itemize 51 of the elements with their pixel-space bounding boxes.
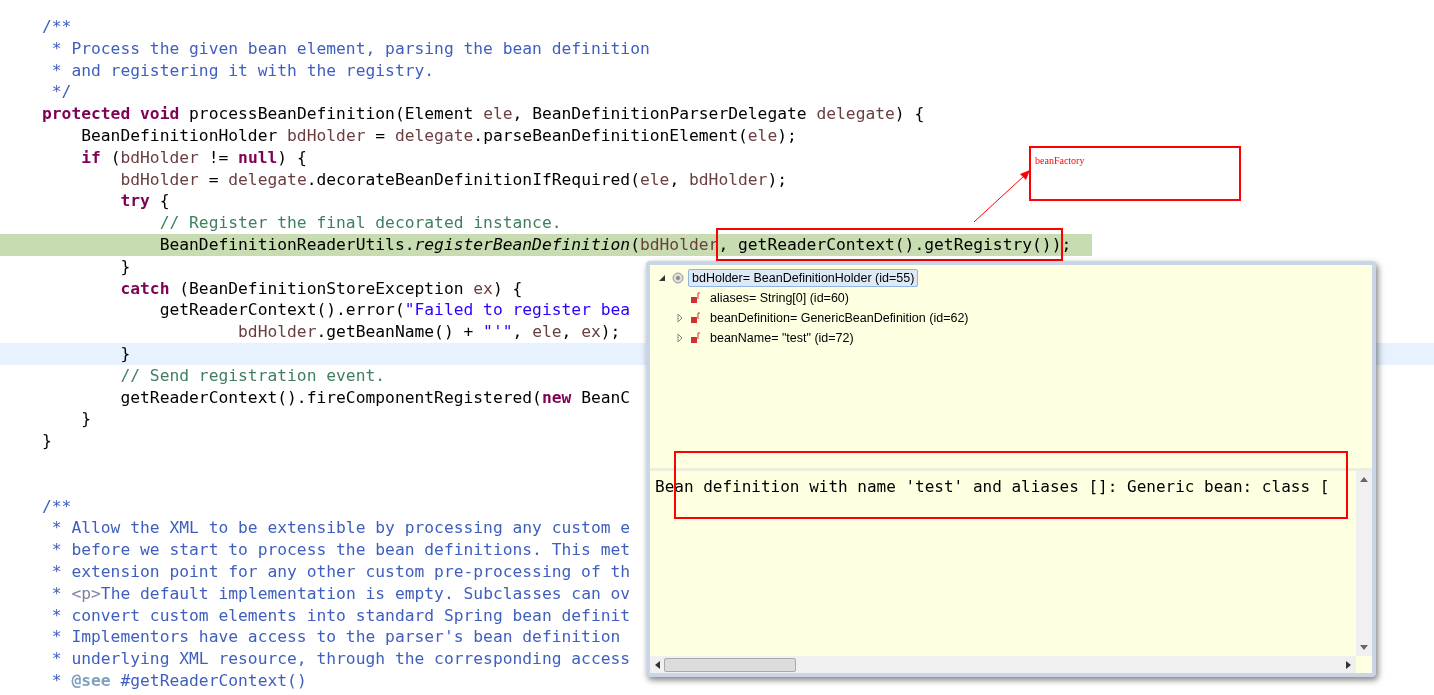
annotation-note: beanFactory	[1029, 146, 1241, 201]
right-arrow-icon[interactable]	[1346, 660, 1352, 669]
code-line: }	[80, 409, 91, 429]
code-line: * @see #getReaderContext()	[50, 670, 307, 690]
code-line: bdHolder = delegate.decorateBeanDefinitionIfRequired(ele, bdHolder);	[119, 169, 788, 189]
tree-item[interactable]: aliases= String[0] (id=60)	[706, 289, 853, 307]
code-line: ;	[1061, 234, 1072, 254]
code-line: }	[119, 256, 131, 276]
field-icon	[690, 332, 702, 344]
field-icon	[690, 292, 702, 304]
code-line: bdHolder.getBeanName() + "'", ele, ex);	[237, 322, 621, 342]
annotation-arrow	[972, 168, 1032, 224]
circle-icon	[672, 272, 684, 284]
code-line: }	[119, 343, 131, 363]
expand-icon[interactable]	[676, 314, 684, 322]
scrollbar-thumb[interactable]	[664, 657, 796, 672]
code-line: * before we start to process the bean definitions. This met	[50, 540, 631, 560]
code-line: * extension point for any other custom pre-processing of th	[50, 561, 631, 581]
code-line: protected void processBeanDefinition(Element ele, BeanDefinitionParserDelegate delegate) {	[42, 104, 925, 124]
expand-icon[interactable]	[676, 334, 684, 342]
code-line: * Implementors have access to the parser's bean definition	[50, 627, 621, 647]
code-line: // Send registration event.	[119, 365, 386, 385]
code-line: * Allow the XML to be extensible by processing any custom e	[50, 518, 631, 538]
code-line: }	[42, 431, 52, 451]
field-icon	[690, 312, 702, 324]
vertical-scrollbar[interactable]	[1356, 471, 1372, 656]
code-line: BeanDefinitionReaderUtils.registerBeanDefinition(bdHolder	[158, 234, 719, 254]
code-line: if (bdHolder != null) {	[80, 147, 307, 167]
up-arrow-icon[interactable]	[1360, 476, 1368, 482]
left-arrow-icon[interactable]	[654, 660, 660, 669]
annotated-code: , getReaderContext().getRegistry())	[718, 229, 1062, 259]
code-line: getReaderContext().fireComponentRegistered(new BeanC	[119, 387, 631, 407]
tree-item[interactable]: beanName= "test" (id=72)	[706, 329, 858, 347]
collapse-icon[interactable]	[658, 274, 666, 282]
code-line: * and registering it with the registry.	[50, 60, 435, 80]
horizontal-scrollbar[interactable]	[650, 656, 1356, 673]
tree-item[interactable]: bdHolder= BeanDefinitionHolder (id=55)	[688, 269, 919, 287]
code-line: BeanDefinitionHolder bdHolder = delegate.parseBeanDefinitionElement(ele);	[80, 126, 797, 145]
down-arrow-icon[interactable]	[1360, 645, 1368, 651]
code-line: * <p>The default implementation is empty. Subclasses can ov	[50, 583, 631, 603]
code-line: * Process the given bean element, parsing the bean definition	[50, 38, 650, 58]
code-line: catch (BeanDefinitionStoreException ex) {	[119, 278, 523, 298]
code-line: // Register the final decorated instance.	[158, 213, 562, 233]
code-line: try {	[119, 191, 170, 211]
code-line: * underlying XML resource, through the corresponding access	[50, 649, 631, 669]
code-line: /**	[42, 496, 72, 516]
code-line: /**	[42, 17, 72, 36]
code-line: * convert custom elements into standard Spring bean definit	[50, 605, 631, 625]
code-line: */	[50, 82, 72, 102]
code-line: getReaderContext().error("Failed to register bea	[158, 300, 631, 320]
tree-item[interactable]: beanDefinition= GenericBeanDefinition (id=62)	[706, 309, 973, 327]
